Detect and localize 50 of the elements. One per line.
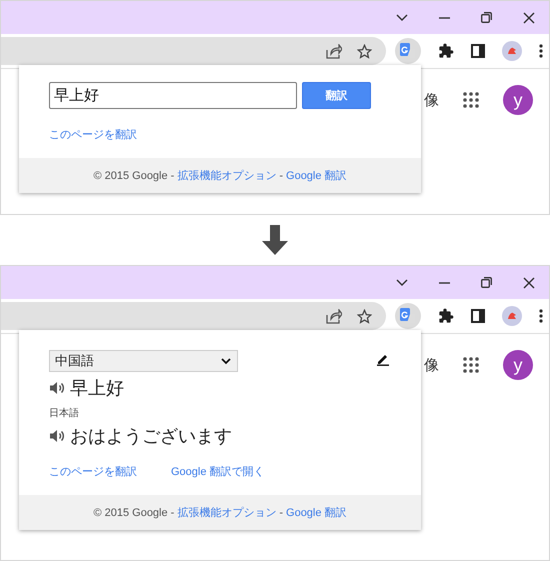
- separator-text: -: [279, 170, 284, 182]
- more-icon[interactable]: [539, 44, 543, 58]
- translate-button[interactable]: 翻訳: [302, 82, 371, 109]
- pencil-icon[interactable]: [376, 352, 390, 366]
- avatar[interactable]: y: [503, 350, 533, 380]
- translate-extension-button[interactable]: [395, 38, 421, 64]
- options-link[interactable]: 拡張機能オプション: [177, 168, 276, 183]
- link[interactable]: Google 翻訳で開く: [171, 464, 265, 479]
- link[interactable]: このページを翻訳: [49, 127, 137, 142]
- profile-icon[interactable]: [502, 306, 522, 326]
- google-translate-link[interactable]: Google 翻訳: [286, 505, 347, 520]
- restore-icon[interactable]: [481, 12, 492, 23]
- images-link[interactable]: 像: [424, 356, 439, 374]
- source-text: 早上好: [70, 377, 124, 400]
- copyright-text: © 2015 Google -: [93, 506, 174, 518]
- chevron-down-icon: [221, 358, 231, 364]
- avatar[interactable]: y: [503, 85, 533, 115]
- options-link[interactable]: 拡張機能オプション: [177, 505, 276, 520]
- google-translate-link[interactable]: Google 翻訳: [286, 168, 347, 183]
- translated-text: おはようございます: [70, 425, 232, 448]
- separator-text: -: [279, 506, 284, 518]
- close-icon[interactable]: [523, 12, 535, 24]
- side-panel-icon[interactable]: [471, 44, 485, 58]
- speaker-icon[interactable]: [49, 429, 65, 443]
- text-input[interactable]: 早上好: [49, 82, 297, 109]
- apps-grid-icon[interactable]: [463, 92, 479, 108]
- minimize-icon[interactable]: [439, 16, 450, 18]
- share-icon[interactable]: [326, 308, 342, 324]
- minimize-icon[interactable]: [439, 282, 450, 284]
- down-arrow: [262, 225, 288, 255]
- puzzle-icon[interactable]: [438, 43, 454, 59]
- profile-icon[interactable]: [502, 41, 522, 61]
- puzzle-icon[interactable]: [438, 308, 454, 324]
- link[interactable]: このページを翻訳: [49, 464, 137, 479]
- star-icon[interactable]: [357, 308, 372, 324]
- restore-icon[interactable]: [481, 277, 492, 288]
- translate-extension-button[interactable]: [395, 303, 421, 329]
- star-icon[interactable]: [357, 44, 372, 58]
- share-icon[interactable]: [326, 44, 342, 58]
- chevron-down-icon[interactable]: [396, 14, 408, 22]
- target-language-label: 日本語: [49, 406, 80, 420]
- copyright-text: © 2015 Google -: [93, 170, 174, 182]
- speaker-icon[interactable]: [49, 381, 65, 395]
- side-panel-icon[interactable]: [471, 309, 485, 323]
- close-icon[interactable]: [523, 276, 535, 288]
- apps-grid-icon[interactable]: [463, 357, 479, 373]
- more-icon[interactable]: [539, 309, 543, 323]
- images-link[interactable]: 像: [424, 90, 439, 110]
- language-select[interactable]: 中国語: [49, 350, 238, 372]
- chevron-down-icon[interactable]: [396, 278, 408, 286]
